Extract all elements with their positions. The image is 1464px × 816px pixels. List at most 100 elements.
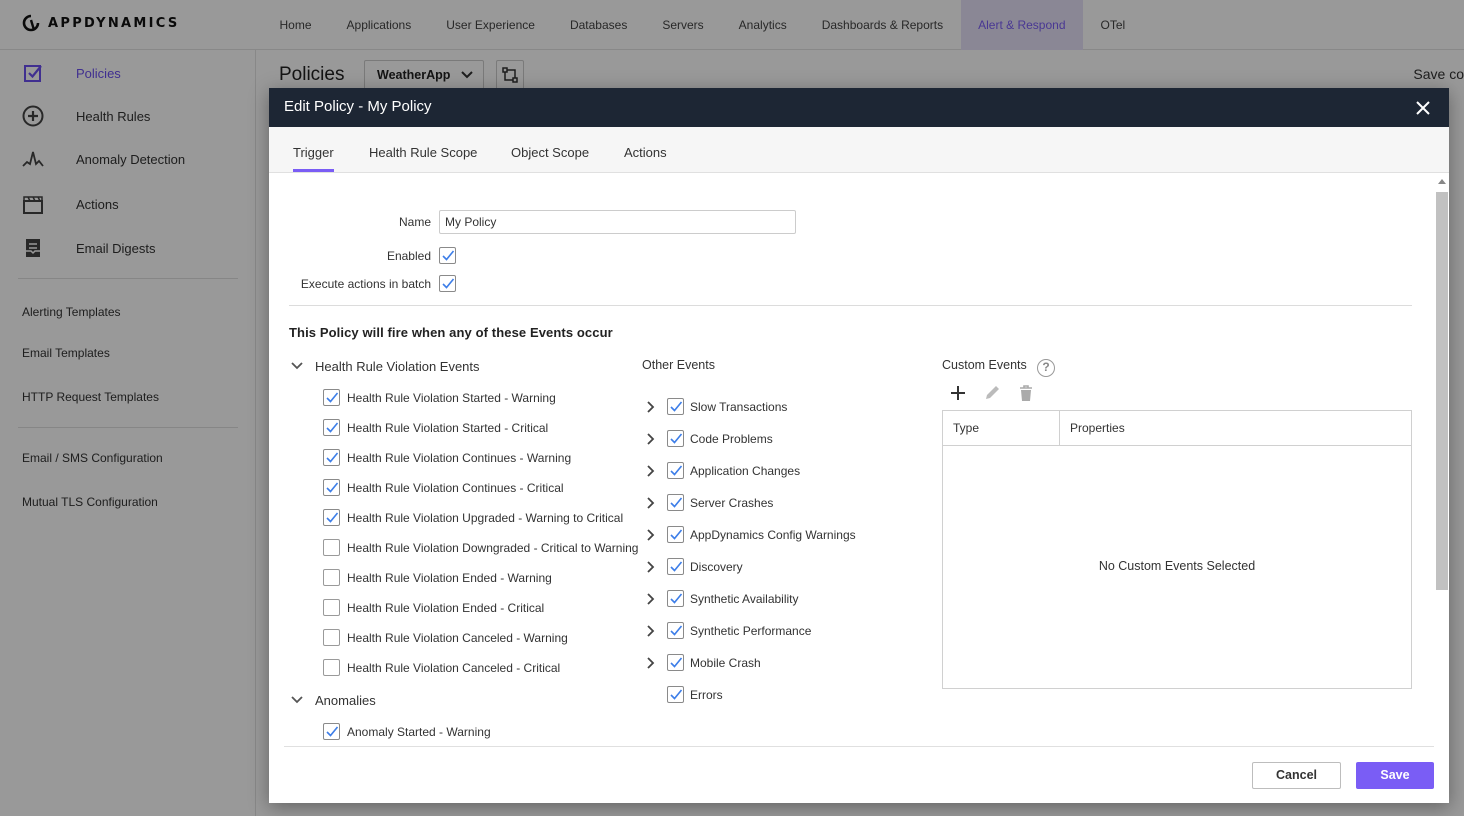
event-checkbox[interactable] <box>667 398 684 415</box>
checkmark-icon <box>670 401 683 412</box>
checkmark-icon <box>326 726 339 737</box>
execute-in-batch-checkbox[interactable] <box>439 275 456 292</box>
edit-pencil-icon[interactable] <box>982 383 1002 403</box>
event-checkbox[interactable] <box>667 654 684 671</box>
checkmark-icon <box>670 657 683 668</box>
event-checkbox[interactable] <box>323 389 340 406</box>
event-label: Health Rule Violation Continues - Critic… <box>347 481 564 495</box>
event-label: Anomaly Started - Warning <box>347 725 491 739</box>
expand-chevron-icon[interactable] <box>646 497 656 512</box>
cancel-button[interactable]: Cancel <box>1252 762 1341 789</box>
event-label: Slow Transactions <box>690 400 788 414</box>
event-label: Code Problems <box>690 432 773 446</box>
scrollbar-thumb[interactable] <box>1436 192 1448 590</box>
custom-events-table: Type Properties No Custom Events Selecte… <box>942 410 1412 689</box>
scroll-up-arrow-icon[interactable] <box>1438 179 1446 184</box>
collapse-chevron-icon[interactable] <box>291 361 303 371</box>
close-icon[interactable] <box>1415 100 1431 116</box>
event-label: Health Rule Violation Ended - Critical <box>347 601 545 615</box>
dialog-content: Name Enabled Execute actions in batch Th… <box>269 173 1449 746</box>
event-checkbox[interactable] <box>323 629 340 646</box>
checkmark-icon <box>326 392 339 403</box>
event-label: Health Rule Violation Started - Critical <box>347 421 549 435</box>
event-checkbox[interactable] <box>667 558 684 575</box>
event-checkbox[interactable] <box>323 539 340 556</box>
expand-chevron-icon[interactable] <box>646 657 656 672</box>
checkmark-icon <box>326 482 339 493</box>
event-checkbox[interactable] <box>323 569 340 586</box>
event-checkbox[interactable] <box>323 509 340 526</box>
checkmark-icon <box>670 529 683 540</box>
checkmark-icon <box>326 422 339 433</box>
checkmark-icon <box>670 433 683 444</box>
column-divider <box>1059 411 1060 446</box>
table-header <box>943 411 1411 446</box>
checkmark-icon <box>442 278 455 289</box>
event-checkbox[interactable] <box>323 419 340 436</box>
event-label: Health Rule Violation Downgraded - Criti… <box>347 541 639 555</box>
events-section-title: This Policy will fire when any of these … <box>289 325 613 340</box>
event-checkbox[interactable] <box>667 622 684 639</box>
checkmark-icon <box>670 689 683 700</box>
policy-name-input[interactable] <box>439 210 796 234</box>
tab-health-rule-scope[interactable]: Health Rule Scope <box>369 145 477 160</box>
save-button[interactable]: Save <box>1356 762 1434 789</box>
dialog-title: Edit Policy - My Policy <box>284 98 432 115</box>
event-label: AppDynamics Config Warnings <box>690 528 856 542</box>
expand-chevron-icon[interactable] <box>646 401 656 416</box>
expand-chevron-icon[interactable] <box>646 529 656 544</box>
column-header-type[interactable]: Type <box>953 411 979 446</box>
tab-trigger[interactable]: Trigger <box>293 145 334 172</box>
event-checkbox[interactable] <box>323 599 340 616</box>
content-scrollbar[interactable] <box>1434 176 1448 744</box>
checkmark-icon <box>326 452 339 463</box>
event-checkbox[interactable] <box>667 462 684 479</box>
event-checkbox[interactable] <box>667 494 684 511</box>
event-checkbox[interactable] <box>323 479 340 496</box>
enabled-checkbox[interactable] <box>439 247 456 264</box>
event-checkbox[interactable] <box>323 723 340 740</box>
checkmark-icon <box>326 512 339 523</box>
event-label: Synthetic Performance <box>690 624 812 638</box>
dialog-footer: Cancel Save <box>269 746 1449 803</box>
event-checkbox[interactable] <box>667 590 684 607</box>
form-divider <box>289 305 1412 306</box>
help-icon[interactable]: ? <box>1037 359 1055 377</box>
add-icon[interactable] <box>948 383 968 403</box>
custom-events-label: Custom Events <box>942 358 1027 372</box>
event-label: Health Rule Violation Started - Warning <box>347 391 556 405</box>
event-checkbox[interactable] <box>667 526 684 543</box>
event-label: Synthetic Availability <box>690 592 799 606</box>
tab-actions[interactable]: Actions <box>624 145 667 160</box>
enabled-label: Enabled <box>386 249 431 263</box>
expand-chevron-icon[interactable] <box>646 593 656 608</box>
event-label: Health Rule Violation Canceled - Critica… <box>347 661 561 675</box>
event-label: Discovery <box>690 560 743 574</box>
expand-chevron-icon[interactable] <box>646 433 656 448</box>
event-label: Health Rule Violation Continues - Warnin… <box>347 451 572 465</box>
expand-chevron-icon[interactable] <box>646 561 656 576</box>
batch-label: Execute actions in batch <box>300 277 431 291</box>
event-checkbox[interactable] <box>323 449 340 466</box>
event-label: Health Rule Violation Upgraded - Warning… <box>347 511 624 525</box>
expand-chevron-icon[interactable] <box>646 465 656 480</box>
tab-object-scope[interactable]: Object Scope <box>511 145 589 160</box>
event-checkbox[interactable] <box>323 659 340 676</box>
column-header-properties[interactable]: Properties <box>1070 411 1125 446</box>
checkmark-icon <box>670 497 683 508</box>
anomalies-group-label: Anomalies <box>315 693 376 708</box>
expand-chevron-icon[interactable] <box>646 625 656 640</box>
collapse-chevron-icon[interactable] <box>291 695 303 705</box>
edit-policy-dialog: Edit Policy - My Policy Trigger Health R… <box>269 88 1449 803</box>
health-rule-events-group-label: Health Rule Violation Events <box>315 359 480 374</box>
event-label: Mobile Crash <box>690 656 761 670</box>
checkmark-icon <box>670 561 683 572</box>
checkmark-icon <box>670 593 683 604</box>
event-checkbox[interactable] <box>667 430 684 447</box>
checkmark-icon <box>670 625 683 636</box>
name-label: Name <box>398 215 431 229</box>
event-label: Application Changes <box>690 464 801 478</box>
empty-state-message: No Custom Events Selected <box>1098 559 1256 573</box>
trash-icon[interactable] <box>1016 383 1036 403</box>
event-checkbox[interactable] <box>667 686 684 703</box>
